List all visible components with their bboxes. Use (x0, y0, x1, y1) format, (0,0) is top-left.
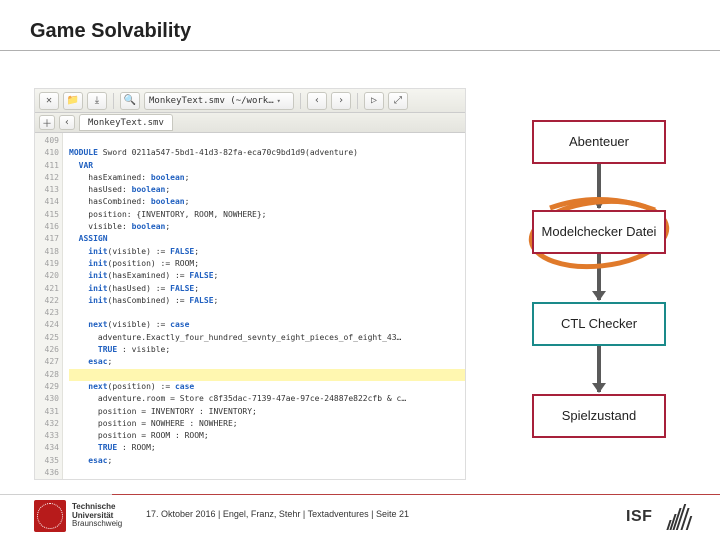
tu-braunschweig-logo: Technische Universität Braunschweig (34, 498, 142, 534)
flow-box-label: Abenteuer (569, 135, 629, 150)
toolbar-separator (357, 93, 358, 109)
next-icon[interactable]: › (331, 92, 351, 110)
expand-icon[interactable]: ⤢ (388, 92, 408, 110)
save-icon[interactable]: ⤓ (87, 92, 107, 110)
search-icon[interactable]: 🔍 (120, 92, 140, 110)
flow-arrow (597, 346, 601, 392)
editor-tab-label: MonkeyText.smv (88, 118, 164, 128)
run-icon[interactable]: ▷ (364, 92, 384, 110)
code-content: MODULE Sword 0211a547-5bd1-41d3-82fa-eca… (63, 133, 465, 479)
footer-accent-line (112, 494, 720, 495)
flow-box-spielzustand: Spielzustand (532, 394, 666, 438)
file-dropdown[interactable]: MonkeyText.smv (~/work… ▾ (144, 92, 294, 110)
editor-toolbar-main: ✕ 📁 ⤓ 🔍 MonkeyText.smv (~/work… ▾ ‹ › ▷ … (35, 89, 465, 113)
tu-line3: Braunschweig (72, 519, 122, 528)
flow-box-ctl-checker: CTL Checker (532, 302, 666, 346)
tu-seal-icon (34, 500, 66, 532)
editor-window: ✕ 📁 ⤓ 🔍 MonkeyText.smv (~/work… ▾ ‹ › ▷ … (34, 88, 466, 480)
flow-box-label: CTL Checker (561, 317, 637, 332)
slide: Game Solvability ✕ 📁 ⤓ 🔍 MonkeyText.smv … (0, 0, 720, 540)
prev-icon[interactable]: ‹ (307, 92, 327, 110)
line-gutter: 409 410 411 412 413 414 415 416 417 418 … (35, 133, 63, 479)
tu-line2: Universität (72, 511, 113, 520)
toolbar-separator (300, 93, 301, 109)
flow-box-label: Spielzustand (562, 409, 636, 424)
open-folder-icon[interactable]: 📁 (63, 92, 83, 110)
tu-line1: Technische (72, 502, 115, 511)
file-dropdown-label: MonkeyText.smv (~/work… (149, 96, 274, 106)
isf-logo: ISF (622, 500, 692, 532)
toolbar-separator (113, 93, 114, 109)
editor-tab[interactable]: MonkeyText.smv (79, 114, 173, 131)
chevron-down-icon: ▾ (277, 97, 281, 105)
flow-box-label: Modelchecker Datei (542, 225, 657, 240)
prev-tab-icon[interactable]: ‹ (59, 115, 75, 130)
page-title: Game Solvability (30, 20, 191, 43)
footer-meta: 17. Oktober 2016 | Engel, Franz, Stehr |… (146, 509, 409, 519)
isf-bars-icon (666, 502, 692, 530)
tu-logo-text: Technische Universität Braunschweig (72, 503, 122, 529)
editor-tabbar: ＋ ‹ MonkeyText.smv (35, 113, 465, 133)
flow-box-modelchecker: Modelchecker Datei (532, 210, 666, 254)
add-tab-icon[interactable]: ＋ (39, 115, 55, 130)
flow-box-abenteuer: Abenteuer (532, 120, 666, 164)
footer: Technische Universität Braunschweig 17. … (0, 494, 720, 540)
title-underline (0, 50, 720, 51)
close-icon[interactable]: ✕ (39, 92, 59, 110)
isf-logo-text: ISF (626, 508, 652, 526)
code-area: 409 410 411 412 413 414 415 416 417 418 … (35, 133, 465, 479)
